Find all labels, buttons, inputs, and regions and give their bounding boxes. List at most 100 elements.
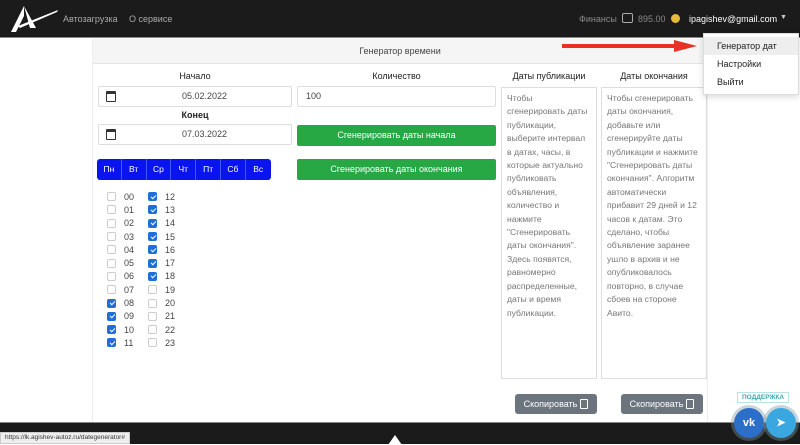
weekday-thu[interactable]: Чт <box>171 159 197 180</box>
hour-checkbox[interactable] <box>148 258 157 268</box>
hour-checkbox[interactable] <box>107 311 116 321</box>
hour-option-02[interactable]: 02 <box>107 217 134 230</box>
hour-option-15[interactable]: 15 <box>148 230 175 243</box>
hour-option-04[interactable]: 04 <box>107 243 134 256</box>
hour-label: 14 <box>165 218 176 229</box>
copy-pub-dates-button[interactable]: Скопировать <box>515 394 597 414</box>
hour-label: 05 <box>124 258 135 269</box>
copy-icon <box>686 399 695 409</box>
calendar-icon[interactable] <box>106 129 116 140</box>
weekday-fri[interactable]: Пт <box>196 159 221 180</box>
hour-checkbox[interactable] <box>107 192 116 202</box>
hour-option-16[interactable]: 16 <box>148 243 175 256</box>
vk-icon[interactable]: vk <box>734 408 764 438</box>
hour-option-01[interactable]: 01 <box>107 203 134 216</box>
hour-label: 19 <box>165 284 176 295</box>
hour-checkbox[interactable] <box>148 218 157 228</box>
hour-option-14[interactable]: 14 <box>148 217 175 230</box>
hour-option-22[interactable]: 22 <box>148 323 175 336</box>
hour-option-13[interactable]: 13 <box>148 203 175 216</box>
top-navbar: Автозагрузка О сервисе Финансы 895.00 ip… <box>0 0 800 38</box>
start-label: Начало <box>179 71 211 81</box>
hour-label: 01 <box>124 204 135 215</box>
weekday-sun[interactable]: Вс <box>245 159 271 180</box>
weekday-tue[interactable]: Вт <box>121 159 147 180</box>
hour-checkbox[interactable] <box>107 271 116 281</box>
hour-label: 20 <box>165 298 176 309</box>
calendar-icon[interactable] <box>106 91 116 102</box>
hour-checkbox[interactable] <box>107 285 116 295</box>
hour-checkbox[interactable] <box>107 298 116 308</box>
hour-label: 09 <box>124 311 135 322</box>
hour-label: 07 <box>124 284 135 295</box>
hour-option-19[interactable]: 19 <box>148 283 175 296</box>
hour-checkbox[interactable] <box>107 258 116 268</box>
hour-option-07[interactable]: 07 <box>107 283 134 296</box>
support-label[interactable]: ПОДДЕРЖКА <box>737 392 790 403</box>
hour-label: 11 <box>124 337 134 348</box>
hour-option-06[interactable]: 06 <box>107 270 134 283</box>
hour-option-17[interactable]: 17 <box>148 256 175 269</box>
user-menu-toggle[interactable]: ipagishev@gmail.com <box>689 14 777 24</box>
hour-checkbox[interactable] <box>148 338 157 348</box>
pub-dates-textarea[interactable]: Чтобы сгенерировать даты публикации, выб… <box>501 87 597 379</box>
hour-option-23[interactable]: 23 <box>148 336 175 349</box>
menu-item-date-generator[interactable]: Генератор дат <box>704 37 798 55</box>
hour-checkbox[interactable] <box>148 298 157 308</box>
pub-dates-label: Даты публикации <box>512 71 586 81</box>
weekday-wed[interactable]: Ср <box>146 159 172 180</box>
hour-checkbox[interactable] <box>148 192 157 202</box>
hour-option-08[interactable]: 08 <box>107 296 134 309</box>
hour-option-11[interactable]: 11 <box>107 336 134 349</box>
generate-end-dates-button[interactable]: Сгенерировать даты окончания <box>297 159 496 180</box>
nav-autoload[interactable]: Автозагрузка <box>63 14 118 24</box>
hour-checkbox[interactable] <box>148 285 157 295</box>
count-label: Количество <box>372 71 421 81</box>
chevron-down-icon[interactable]: ▼ <box>780 14 787 21</box>
hour-checkbox[interactable] <box>107 245 116 255</box>
hour-checkbox[interactable] <box>148 311 157 321</box>
end-dates-textarea[interactable]: Чтобы сгенерировать даты окончания, доба… <box>601 87 707 379</box>
hour-checkbox[interactable] <box>148 271 157 281</box>
wallet-icon <box>622 13 633 23</box>
finance-link[interactable]: Финансы <box>579 14 617 24</box>
telegram-icon[interactable]: ➤ <box>766 408 796 438</box>
menu-item-settings[interactable]: Настройки <box>704 55 798 73</box>
hour-label: 22 <box>165 324 176 335</box>
hour-option-00[interactable]: 00 <box>107 190 134 203</box>
generate-start-dates-button[interactable]: Сгенерировать даты начала <box>297 125 496 146</box>
start-date-input[interactable]: 05.02.2022 <box>98 86 292 107</box>
copy-end-dates-button[interactable]: Скопировать <box>621 394 703 414</box>
weekday-sat[interactable]: Сб <box>220 159 246 180</box>
hour-checkbox[interactable] <box>107 218 116 228</box>
hour-label: 23 <box>165 337 176 348</box>
hour-checkbox[interactable] <box>107 205 116 215</box>
hour-label: 10 <box>124 324 135 335</box>
hour-option-03[interactable]: 03 <box>107 230 134 243</box>
hour-checkbox[interactable] <box>107 338 116 348</box>
hour-label: 12 <box>165 191 176 202</box>
hour-option-09[interactable]: 09 <box>107 310 134 323</box>
hour-option-10[interactable]: 10 <box>107 323 134 336</box>
hour-option-12[interactable]: 12 <box>148 190 175 203</box>
weekday-mon[interactable]: Пн <box>97 159 122 180</box>
hour-option-18[interactable]: 18 <box>148 270 175 283</box>
logo-icon[interactable] <box>10 6 58 32</box>
hour-checkbox[interactable] <box>148 205 157 215</box>
end-date-input[interactable]: 07.03.2022 <box>98 124 292 145</box>
hour-checkbox[interactable] <box>107 232 116 242</box>
hour-checkbox[interactable] <box>148 245 157 255</box>
menu-item-logout[interactable]: Выйти <box>704 73 798 91</box>
hour-option-05[interactable]: 05 <box>107 256 134 269</box>
hour-label: 17 <box>165 258 176 269</box>
count-input[interactable]: 100 <box>297 86 496 107</box>
nav-about[interactable]: О сервисе <box>129 14 172 24</box>
hour-checkbox[interactable] <box>107 325 116 335</box>
hour-option-20[interactable]: 20 <box>148 296 175 309</box>
hour-checkbox[interactable] <box>148 232 157 242</box>
hour-label: 13 <box>165 204 176 215</box>
hour-option-21[interactable]: 21 <box>148 310 175 323</box>
weekday-selector: Пн Вт Ср Чт Пт Сб Вс <box>97 159 271 180</box>
hour-checkbox[interactable] <box>148 325 157 335</box>
hour-label: 21 <box>165 311 176 322</box>
